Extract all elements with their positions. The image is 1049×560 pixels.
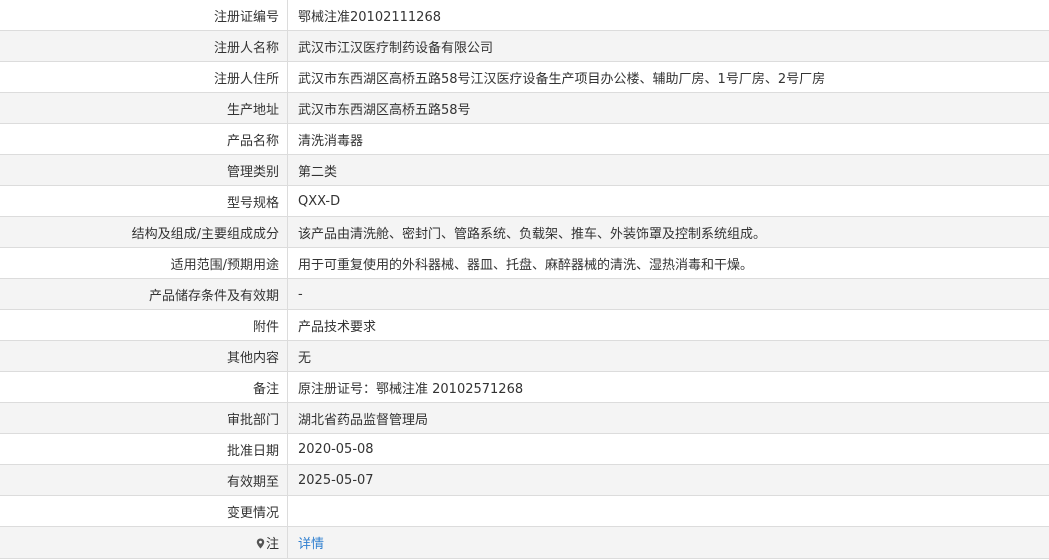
field-label: 生产地址 — [0, 92, 288, 124]
field-label: 变更情况 — [0, 495, 288, 527]
field-value: - — [287, 278, 1049, 310]
field-label: 注册人住所 — [0, 61, 288, 93]
row-other-content: 其他内容 无 — [0, 340, 1049, 372]
row-valid-until: 有效期至 2025-05-07 — [0, 464, 1049, 496]
row-model-spec: 型号规格 QXX-D — [0, 185, 1049, 217]
field-value — [287, 495, 1049, 527]
field-label: 注册人名称 — [0, 30, 288, 62]
field-label: 产品储存条件及有效期 — [0, 278, 288, 310]
field-value: 产品技术要求 — [287, 309, 1049, 341]
field-label: 管理类别 — [0, 154, 288, 186]
field-value: 2025-05-07 — [287, 464, 1049, 496]
row-registrant-address: 注册人住所 武汉市东西湖区高桥五路58号江汉医疗设备生产项目办公楼、辅助厂房、1… — [0, 61, 1049, 93]
field-label: 批准日期 — [0, 433, 288, 465]
field-label: 适用范围/预期用途 — [0, 247, 288, 279]
field-value: 武汉市江汉医疗制药设备有限公司 — [287, 30, 1049, 62]
field-value: 湖北省药品监督管理局 — [287, 402, 1049, 434]
row-registrant-name: 注册人名称 武汉市江汉医疗制药设备有限公司 — [0, 30, 1049, 62]
row-production-address: 生产地址 武汉市东西湖区高桥五路58号 — [0, 92, 1049, 124]
field-value: 该产品由清洗舱、密封门、管路系统、负载架、推车、外装饰罩及控制系统组成。 — [287, 216, 1049, 248]
field-label: 审批部门 — [0, 402, 288, 434]
row-storage-validity: 产品储存条件及有效期 - — [0, 278, 1049, 310]
field-label: 产品名称 — [0, 123, 288, 155]
row-remarks: 备注 原注册证号：鄂械注准 20102571268 — [0, 371, 1049, 403]
field-value: 武汉市东西湖区高桥五路58号 — [287, 92, 1049, 124]
field-value: 无 — [287, 340, 1049, 372]
field-label: 型号规格 — [0, 185, 288, 217]
field-label: 附件 — [0, 309, 288, 341]
field-label: 结构及组成/主要组成成分 — [0, 216, 288, 248]
field-value: QXX-D — [287, 185, 1049, 217]
row-attachment: 附件 产品技术要求 — [0, 309, 1049, 341]
row-management-category: 管理类别 第二类 — [0, 154, 1049, 186]
field-value: 武汉市东西湖区高桥五路58号江汉医疗设备生产项目办公楼、辅助厂房、1号厂房、2号… — [287, 61, 1049, 93]
registration-detail-table: 注册证编号 鄂械注准20102111268 注册人名称 武汉市江汉医疗制药设备有… — [0, 0, 1049, 559]
note-value-cell: 详情 — [287, 526, 1049, 559]
field-value: 原注册证号：鄂械注准 20102571268 — [287, 371, 1049, 403]
field-value: 鄂械注准20102111268 — [287, 0, 1049, 31]
row-product-name: 产品名称 清洗消毒器 — [0, 123, 1049, 155]
field-label: 注册证编号 — [0, 0, 288, 31]
row-approval-date: 批准日期 2020-05-08 — [0, 433, 1049, 465]
row-change-status: 变更情况 — [0, 495, 1049, 527]
note-label: 注 — [265, 537, 279, 552]
field-label: 其他内容 — [0, 340, 288, 372]
row-intended-use: 适用范围/预期用途 用于可重复使用的外科器械、器皿、托盘、麻醉器械的清洗、湿热消… — [0, 247, 1049, 279]
details-link[interactable]: 详情 — [298, 537, 324, 552]
row-registration-number: 注册证编号 鄂械注准20102111268 — [0, 0, 1049, 31]
field-value: 2020-05-08 — [287, 433, 1049, 465]
row-note: 注 详情 — [0, 526, 1049, 559]
field-value: 清洗消毒器 — [287, 123, 1049, 155]
field-label: 备注 — [0, 371, 288, 403]
field-value: 用于可重复使用的外科器械、器皿、托盘、麻醉器械的清洗、湿热消毒和干燥。 — [287, 247, 1049, 279]
field-label: 有效期至 — [0, 464, 288, 496]
row-approval-department: 审批部门 湖北省药品监督管理局 — [0, 402, 1049, 434]
row-structure-composition: 结构及组成/主要组成成分 该产品由清洗舱、密封门、管路系统、负载架、推车、外装饰… — [0, 216, 1049, 248]
field-value: 第二类 — [287, 154, 1049, 186]
note-label-cell: 注 — [0, 526, 288, 559]
info-pin-icon — [256, 538, 265, 549]
